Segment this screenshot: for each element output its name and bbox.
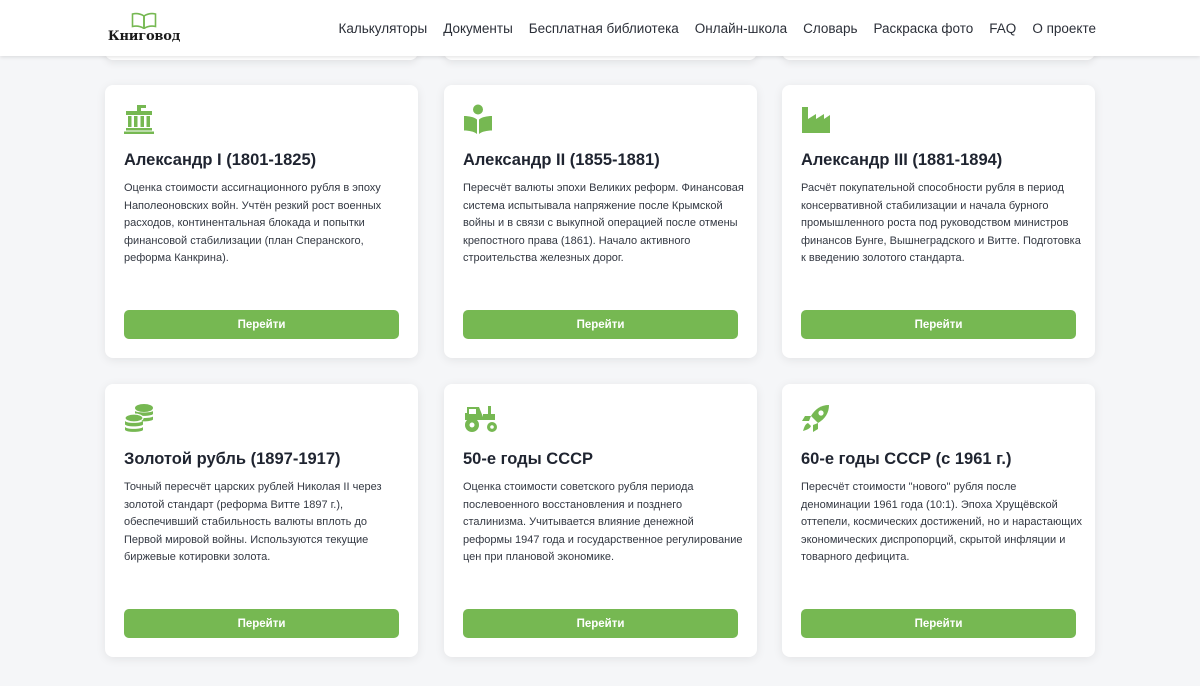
book-reader-icon (463, 104, 493, 134)
card-description: Пересчёт стоимости "нового" рубля после … (801, 481, 1082, 563)
go-button[interactable]: Перейти (463, 310, 738, 339)
go-button[interactable]: Перейти (124, 310, 399, 339)
site-logo[interactable]: Книговод (108, 12, 180, 46)
card-ussr-60s: 60-е годы СССР (с 1961 г.) Пересчёт стои… (782, 384, 1095, 657)
nav-about[interactable]: О проекте (1032, 21, 1096, 36)
card-description: Оценка стоимости ассигнационного рубля в… (124, 182, 382, 264)
tractor-icon (463, 403, 497, 433)
card-title: 50-е годы СССР (463, 450, 594, 468)
go-button[interactable]: Перейти (801, 310, 1076, 339)
card-alexander-3: Александр III (1881-1894) Расчёт покупат… (782, 85, 1095, 358)
card-gold-ruble: Золотой рубль (1897-1917) Точный пересчё… (105, 384, 418, 657)
card-alexander-2: Александр II (1855-1881) Пересчёт валюты… (444, 85, 757, 358)
nav-free-library[interactable]: Бесплатная библиотека (529, 21, 679, 36)
go-button[interactable]: Перейти (124, 609, 399, 638)
nav-documents[interactable]: Документы (443, 21, 513, 36)
card-description: Расчёт покупательной способности рубля в… (801, 182, 1081, 264)
industry-icon (801, 104, 831, 134)
card-description: Пересчёт валюты эпохи Великих реформ. Фи… (463, 182, 744, 264)
institution-icon (124, 104, 154, 134)
card-alexander-1: Александр I (1801-1825) Оценка стоимости… (105, 85, 418, 358)
card-title: Александр III (1881-1894) (801, 151, 1003, 169)
go-button[interactable]: Перейти (801, 609, 1076, 638)
nav-faq[interactable]: FAQ (989, 21, 1016, 36)
card-description: Оценка стоимости советского рубля период… (463, 481, 743, 563)
card-description: Точный пересчёт царских рублей Николая I… (124, 481, 382, 563)
open-book-icon (131, 12, 157, 29)
card-title: Александр II (1855-1881) (463, 151, 660, 169)
card-title: Золотой рубль (1897-1917) (124, 450, 341, 468)
nav-online-school[interactable]: Онлайн-школа (695, 21, 787, 36)
coins-icon (124, 403, 154, 433)
nav-calculators[interactable]: Калькуляторы (338, 21, 427, 36)
go-button[interactable]: Перейти (463, 609, 738, 638)
card-title: 60-е годы СССР (с 1961 г.) (801, 450, 1012, 468)
card-title: Александр I (1801-1825) (124, 151, 317, 169)
card-ussr-50s: 50-е годы СССР Оценка стоимости советско… (444, 384, 757, 657)
rocket-icon (801, 403, 831, 433)
logo-text: Книговод (107, 29, 181, 44)
site-header: Книговод Калькуляторы Документы Бесплатн… (0, 0, 1200, 56)
nav-dictionary[interactable]: Словарь (803, 21, 857, 36)
nav-photo-coloring[interactable]: Раскраска фото (873, 21, 973, 36)
main-nav: Калькуляторы Документы Бесплатная библио… (338, 0, 1096, 56)
